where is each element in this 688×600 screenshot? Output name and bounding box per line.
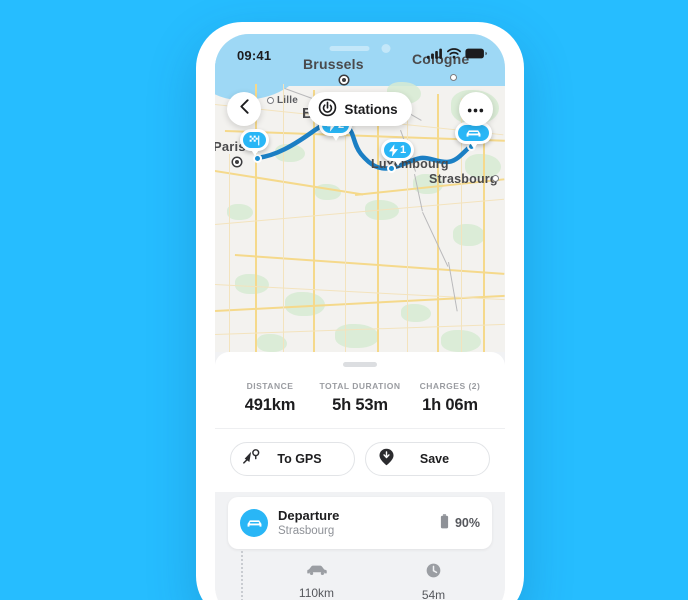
save-button[interactable]: Save: [365, 442, 490, 476]
stations-button-label: Stations: [344, 101, 398, 117]
stat-distance: DISTANCE 491km: [225, 381, 315, 415]
map-city-dot: [340, 76, 348, 84]
map-city-dot: [233, 158, 241, 166]
leg-distance-value: 110km: [298, 586, 335, 600]
status-bar-time: 09:41: [237, 47, 272, 63]
car-icon: [240, 509, 268, 537]
to-gps-button[interactable]: To GPS: [230, 442, 355, 476]
map-view[interactable]: 2 1 Brussels Cologne: [215, 34, 505, 352]
stat-value: 5h 53m: [332, 396, 388, 414]
departure-subtitle: Strasbourg: [278, 524, 335, 537]
front-camera: [381, 44, 391, 53]
stat-value: 491km: [244, 396, 296, 414]
route-leg: 110km 54m: [228, 551, 492, 600]
leg-duration-value: 54m: [421, 588, 446, 600]
leg-duration: 54m: [375, 563, 492, 600]
map-city-dot: [492, 175, 499, 182]
phone-device-frame: 2 1 Brussels Cologne: [196, 22, 524, 600]
leg-connector-line: [241, 551, 243, 600]
departure-battery: 90%: [440, 514, 480, 532]
battery-vertical-icon: [440, 514, 449, 532]
departure-title: Departure: [278, 508, 340, 524]
stat-label: CHARGES (2): [419, 381, 481, 391]
departure-battery-value: 90%: [454, 516, 480, 530]
to-gps-button-label: To GPS: [277, 452, 322, 466]
earpiece-speaker: [329, 46, 370, 51]
charge-bolt-icon: [389, 143, 398, 157]
cellular-signal-icon: [427, 46, 443, 64]
wifi-icon: [447, 46, 461, 64]
phone-screen: 2 1 Brussels Cologne: [215, 34, 505, 600]
map-marker-count: 1: [400, 144, 407, 156]
stat-charges: CHARGES (2) 1h 06m: [405, 381, 495, 415]
car-side-icon: [306, 563, 328, 580]
map-top-controls: Stations: [215, 92, 505, 126]
leg-distance: 110km: [258, 563, 375, 600]
more-options-button[interactable]: [458, 92, 493, 126]
status-bar-icons: [427, 46, 487, 64]
chevron-left-icon: [239, 99, 249, 119]
route-actions-row: To GPS Save: [215, 429, 505, 492]
map-city-label: Strasbourg: [429, 172, 498, 186]
itinerary-section: Departure Strasbourg 90% 110km 54m: [215, 487, 505, 600]
save-button-label: Save: [419, 452, 450, 466]
departure-card[interactable]: Departure Strasbourg 90%: [228, 497, 492, 549]
stat-label: TOTAL DURATION: [319, 381, 401, 391]
checkered-flag-icon: [248, 134, 261, 147]
stat-total-duration: TOTAL DURATION 5h 53m: [315, 381, 405, 415]
charging-power-icon: [318, 98, 337, 120]
battery-icon: [465, 46, 487, 64]
route-stats-row: DISTANCE 491km TOTAL DURATION 5h 53m CHA…: [215, 367, 505, 429]
stations-button[interactable]: Stations: [308, 92, 412, 126]
map-country-label: Luxembourg: [371, 157, 449, 171]
departure-text: Departure Strasbourg: [278, 508, 440, 537]
back-button[interactable]: [227, 92, 261, 126]
map-marker-destination[interactable]: [240, 129, 269, 156]
leg-metrics: 110km 54m: [228, 563, 492, 600]
route-polyline: [254, 118, 474, 171]
clock-icon: [426, 563, 441, 582]
stat-value: 1h 06m: [422, 396, 478, 414]
car-icon: [465, 128, 482, 139]
route-summary-sheet: DISTANCE 491km TOTAL DURATION 5h 53m CHA…: [215, 352, 505, 492]
stat-label: DISTANCE: [246, 381, 294, 391]
map-marker-charge-stop-1[interactable]: 1: [381, 139, 415, 166]
map-city-dot: [450, 74, 457, 81]
ellipsis-icon: [467, 100, 484, 118]
phone-notch-elements: [329, 44, 391, 53]
